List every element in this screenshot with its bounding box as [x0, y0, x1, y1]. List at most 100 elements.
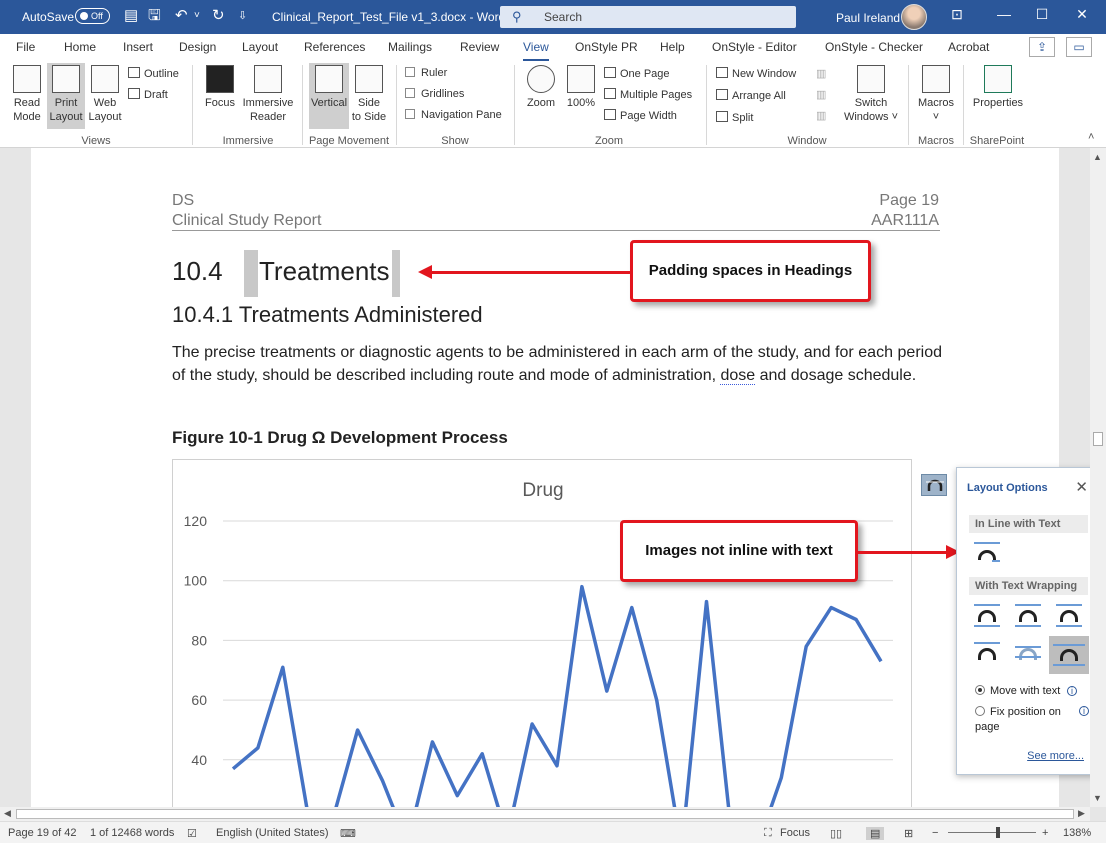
scroll-up-icon[interactable]: ▲ [1093, 152, 1102, 162]
tab-view[interactable]: View [523, 40, 549, 62]
layout-options-icon[interactable] [921, 474, 947, 496]
print-layout-view-icon[interactable]: ▤ [866, 827, 885, 840]
scroll-thumb[interactable] [1093, 432, 1103, 446]
zoom-slider[interactable] [948, 832, 1036, 833]
focus-mode-label[interactable]: Focus [780, 827, 810, 839]
scroll-thumb[interactable] [16, 809, 1074, 819]
read-mode-button[interactable]: Read Mode [8, 65, 46, 129]
horizontal-scrollbar[interactable]: ◀ ▶ [0, 807, 1090, 821]
ribbon-display-icon[interactable]: ⊡ [947, 6, 967, 23]
scroll-right-icon[interactable]: ▶ [1078, 808, 1085, 819]
zoom-in-icon[interactable]: + [1042, 827, 1048, 839]
tab-references[interactable]: References [304, 40, 365, 54]
web-layout-view-icon[interactable]: ⊞ [904, 827, 913, 840]
ruler-checkbox[interactable]: Ruler [405, 67, 447, 79]
tab-insert[interactable]: Insert [123, 40, 153, 54]
document-area[interactable]: DS Clinical Study Report Page 19 AAR111A… [0, 148, 1090, 807]
word-count[interactable]: 1 of 12468 words [90, 827, 174, 839]
accessibility-icon[interactable]: ⌨ [340, 827, 356, 840]
through-wrap-icon[interactable] [1052, 600, 1086, 632]
switch-windows-button[interactable]: Switch Windows ˅ [842, 65, 900, 129]
read-mode-view-icon[interactable]: ▯▯ [830, 827, 842, 840]
square-wrap-icon[interactable] [970, 600, 1004, 632]
top-bottom-wrap-icon[interactable] [970, 638, 1004, 670]
navigation-pane-checkbox[interactable]: Navigation Pane [405, 109, 502, 121]
tab-home[interactable]: Home [64, 40, 96, 54]
user-name[interactable]: Paul Ireland [836, 11, 900, 25]
draft-button[interactable]: Draft [128, 88, 168, 101]
autosave-toggle[interactable]: Off [75, 8, 110, 24]
tab-review[interactable]: Review [460, 40, 499, 54]
tab-acrobat[interactable]: Acrobat [948, 40, 989, 54]
close-icon[interactable]: ✕ [1075, 478, 1088, 496]
comment-icon[interactable]: ▭ [1066, 37, 1092, 57]
arrange-all-button[interactable]: Arrange All [716, 89, 786, 102]
doc-icon[interactable]: ▤ [124, 7, 138, 25]
page-count[interactable]: Page 19 of 42 [8, 827, 77, 839]
gridlines-checkbox[interactable]: Gridlines [405, 88, 464, 100]
properties-button[interactable]: Properties [968, 65, 1028, 129]
vertical-button[interactable]: Vertical [309, 63, 349, 129]
one-page-button[interactable]: One Page [604, 67, 670, 80]
split-button[interactable]: Split [716, 111, 753, 124]
search-box[interactable]: ⚲ Search [500, 6, 796, 28]
tight-wrap-icon[interactable] [1011, 600, 1045, 632]
view-side-by-side-icon[interactable]: ▥ [816, 67, 826, 80]
tab-onstyle-editor[interactable]: OnStyle - Editor [712, 40, 797, 54]
undo-dropdown-icon[interactable]: ˅ [194, 7, 200, 25]
language[interactable]: English (United States) [216, 827, 329, 839]
tab-onstyle-pr[interactable]: OnStyle PR [575, 40, 638, 54]
collapse-ribbon-icon[interactable]: ˄ [1088, 131, 1094, 143]
proofing-icon[interactable]: ☑ [187, 827, 197, 840]
undo-icon[interactable]: ↶ [175, 7, 188, 25]
see-more-link[interactable]: See more... [1027, 750, 1084, 762]
tab-file[interactable]: File [16, 40, 35, 54]
web-layout-button[interactable]: Web Layout [86, 65, 124, 129]
save-icon[interactable]: 🖫 [148, 7, 161, 25]
multiple-pages-button[interactable]: Multiple Pages [604, 88, 692, 101]
zoom-slider-thumb[interactable] [996, 827, 1000, 838]
proofing-underline-word[interactable]: dose [720, 366, 756, 385]
page[interactable]: DS Clinical Study Report Page 19 AAR111A… [31, 148, 1059, 807]
body-paragraph[interactable]: The precise treatments or diagnostic age… [172, 342, 942, 387]
in-front-of-text-icon[interactable] [1049, 636, 1089, 674]
side-to-side-button[interactable]: Side to Side [350, 65, 388, 129]
tab-layout[interactable]: Layout [242, 40, 278, 54]
behind-text-icon[interactable] [1011, 638, 1045, 670]
zoom-out-icon[interactable]: − [932, 827, 938, 839]
print-layout-button[interactable]: Print Layout [47, 63, 85, 129]
vertical-scrollbar[interactable]: ▲ ▼ [1090, 148, 1106, 807]
chart[interactable]: Drug 40 60 80 100 120 [172, 459, 912, 807]
zoom-100-button[interactable]: 100% [563, 65, 599, 129]
tab-onstyle-checker[interactable]: OnStyle - Checker [825, 40, 923, 54]
figure-caption[interactable]: Figure 10-1 Drug Ω Development Process [172, 428, 508, 448]
sync-scrolling-icon[interactable]: ▥ [816, 88, 826, 101]
avatar[interactable] [901, 4, 927, 30]
zoom-level[interactable]: 138% [1063, 827, 1091, 839]
immersive-reader-button[interactable]: Immersive Reader [240, 65, 296, 129]
scroll-left-icon[interactable]: ◀ [4, 808, 11, 819]
share-icon[interactable]: ⇪ [1029, 37, 1055, 57]
macros-button[interactable]: Macros ˅ [914, 65, 958, 129]
new-window-button[interactable]: New Window [716, 67, 796, 80]
tab-design[interactable]: Design [179, 40, 216, 54]
maximize-icon[interactable]: ☐ [1032, 6, 1052, 23]
focus-mode-icon[interactable]: ⛶ [764, 827, 772, 840]
redo-icon[interactable]: ↻ [212, 7, 225, 25]
close-icon[interactable]: ✕ [1072, 6, 1092, 23]
fix-position-radio[interactable]: Fix position on page [975, 705, 1067, 735]
scroll-down-icon[interactable]: ▼ [1093, 793, 1102, 803]
outline-button[interactable]: Outline [128, 67, 179, 80]
tab-mailings[interactable]: Mailings [388, 40, 432, 54]
move-with-text-radio[interactable]: Move with text [975, 685, 1060, 697]
info-icon[interactable]: i [1079, 706, 1089, 716]
heading-2[interactable]: 10.4.1 Treatments Administered [172, 302, 483, 328]
customize-qat-icon[interactable]: ⇩ [238, 7, 247, 25]
minimize-icon[interactable]: — [994, 6, 1014, 22]
zoom-button[interactable]: Zoom [523, 65, 559, 129]
info-icon[interactable]: i [1067, 686, 1077, 696]
focus-button[interactable]: Focus [203, 65, 237, 129]
reset-window-icon[interactable]: ▥ [816, 109, 826, 122]
page-width-button[interactable]: Page Width [604, 109, 677, 122]
tab-help[interactable]: Help [660, 40, 685, 54]
